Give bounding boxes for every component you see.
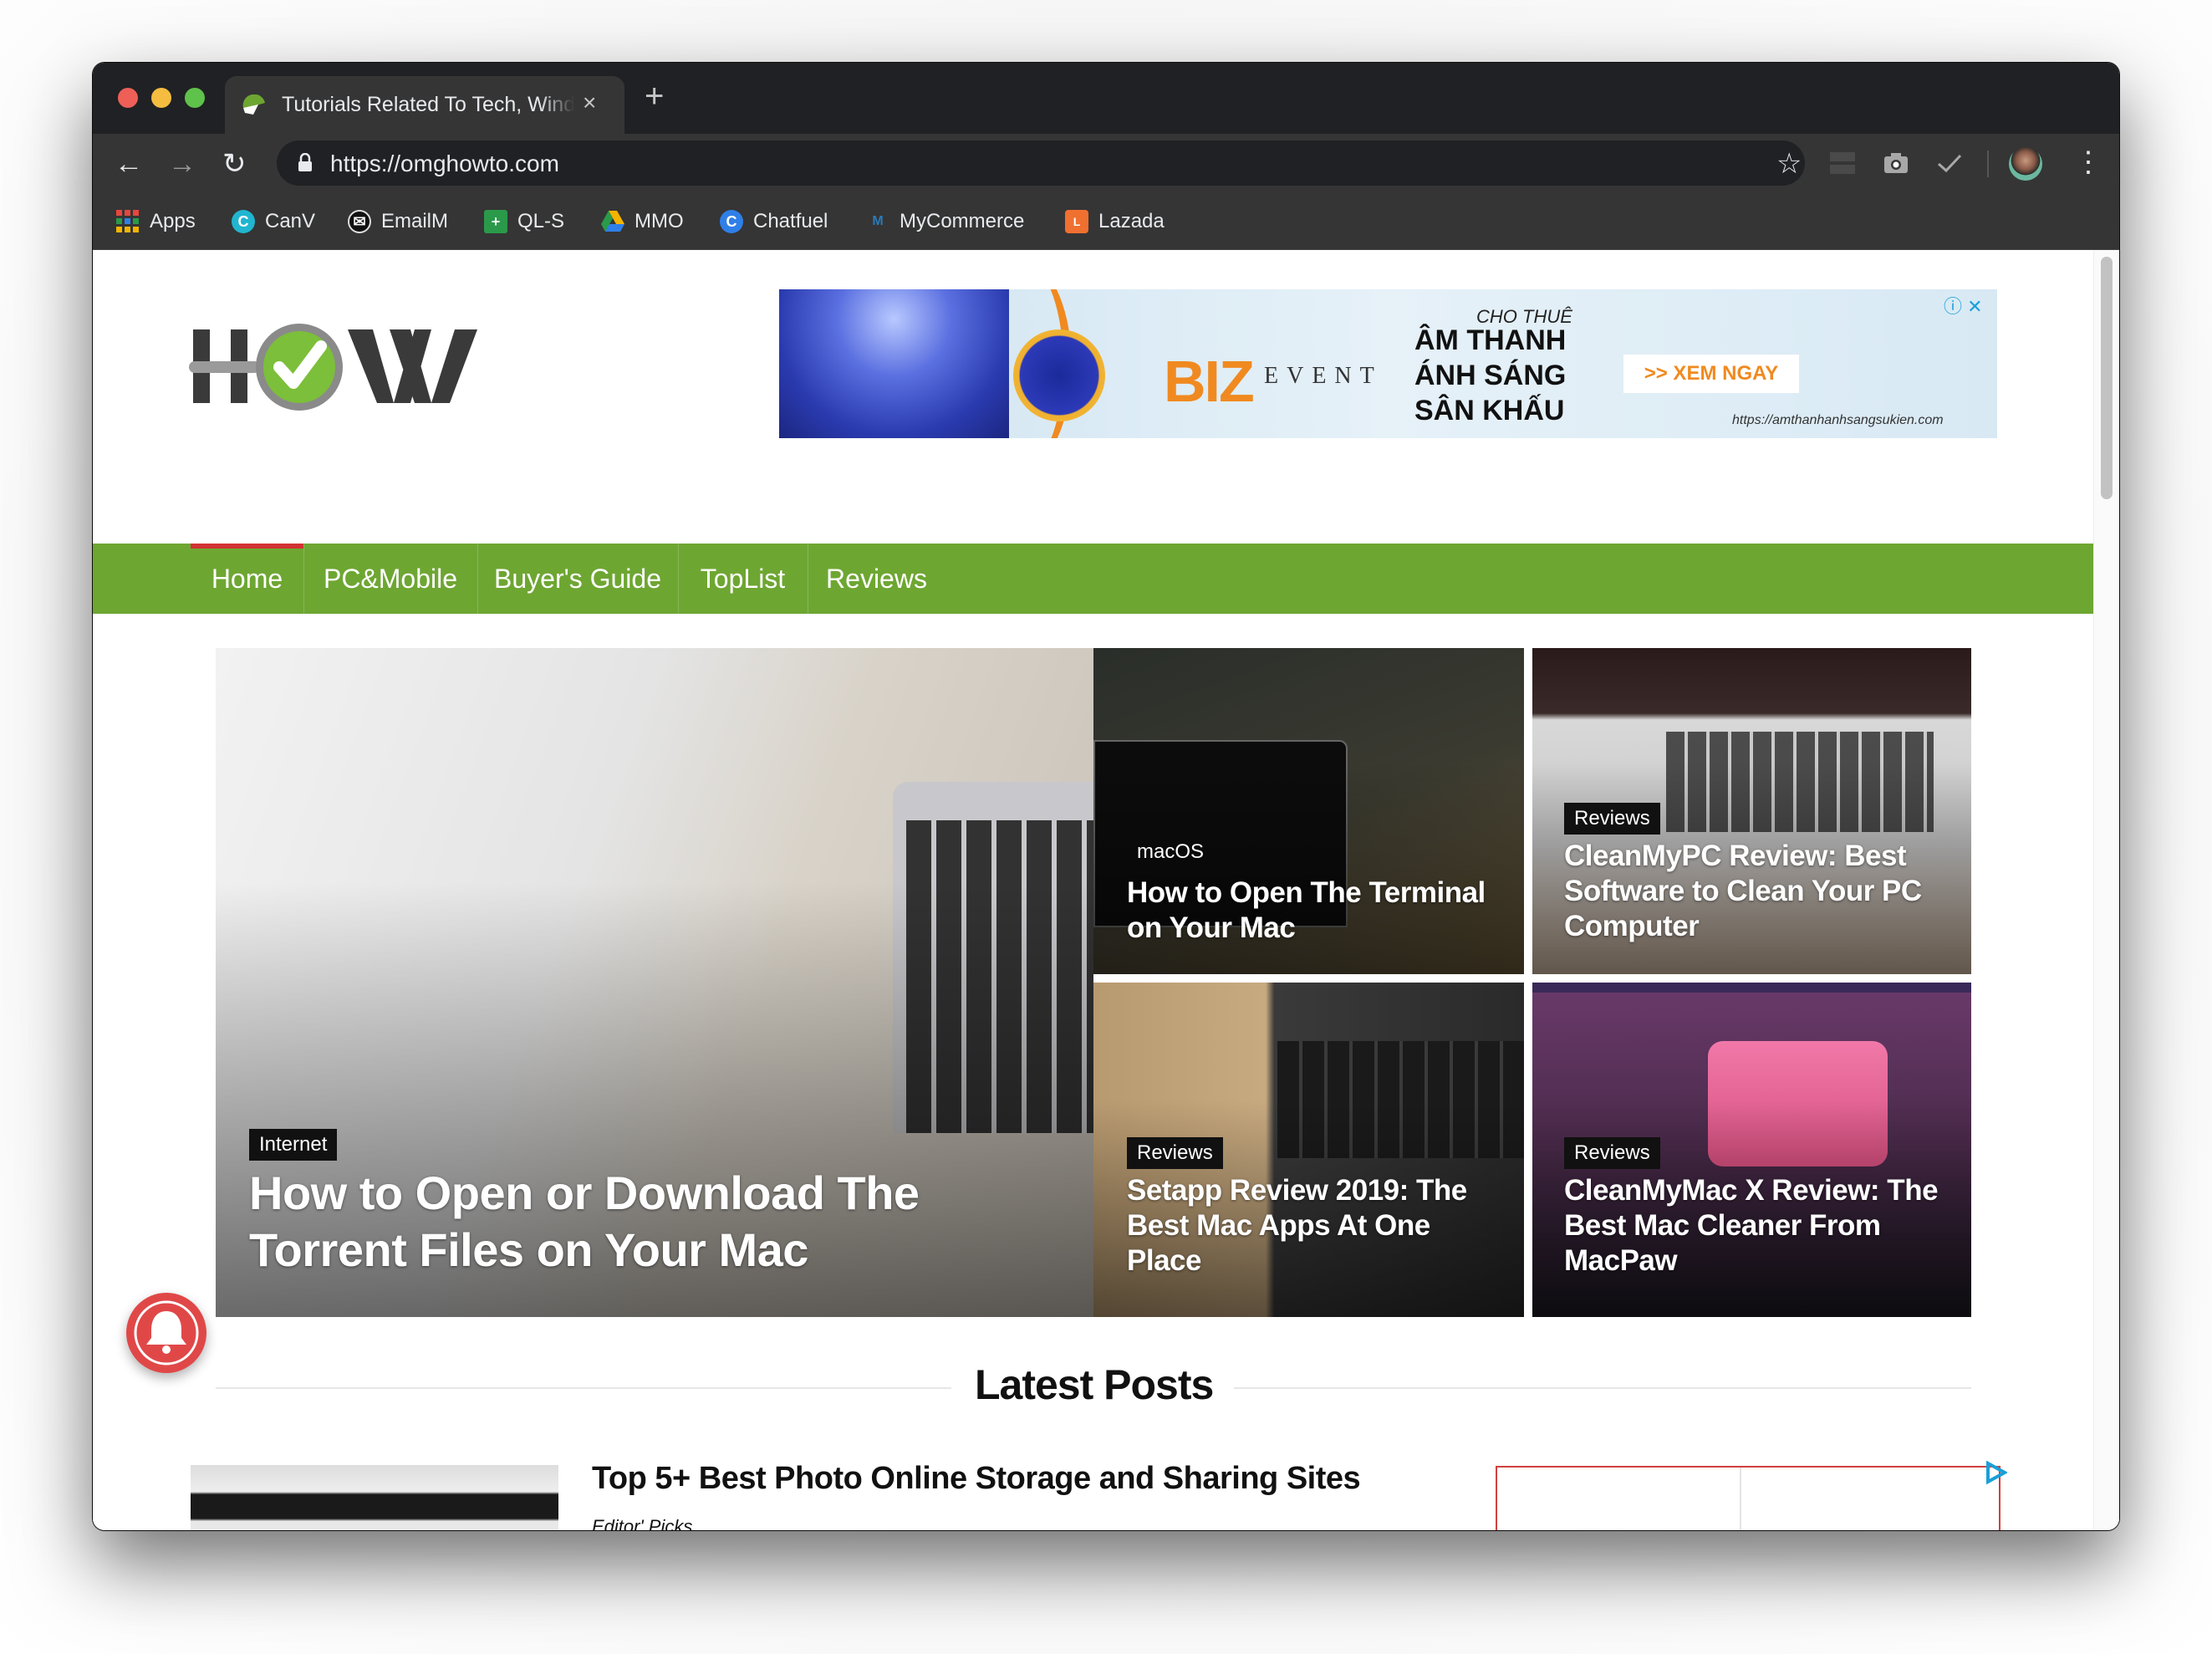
checkmark-icon[interactable] bbox=[1935, 149, 1964, 177]
browser-window: Tutorials Related To Tech, Windows, Mac … bbox=[93, 63, 2119, 1530]
ad-close-icon[interactable]: ✕ bbox=[1967, 296, 1982, 317]
bookmark-ql-s[interactable]: + QL-S bbox=[484, 207, 564, 236]
category-badge[interactable]: Reviews bbox=[1564, 803, 1660, 835]
camera-icon[interactable] bbox=[1882, 149, 1910, 177]
bookmark-canv[interactable]: C CanV bbox=[232, 207, 315, 236]
ad-headline: ÂM THANH bbox=[1414, 324, 1567, 356]
bell-icon bbox=[134, 1300, 199, 1366]
canva-icon: C bbox=[232, 210, 255, 233]
post-title[interactable]: Top 5+ Best Photo Online Storage and Sha… bbox=[592, 1461, 1361, 1497]
bookmark-emailm[interactable]: ✉ EmailM bbox=[348, 207, 448, 236]
address-bar[interactable]: https://omghowto.com ☆ bbox=[277, 140, 1805, 186]
sheets-icon: + bbox=[484, 210, 507, 233]
featured-post-main[interactable]: Internet How to Open or Download The Tor… bbox=[216, 648, 1093, 1317]
back-button[interactable]: ← bbox=[115, 147, 143, 181]
toolbar-divider bbox=[1987, 151, 1989, 177]
ad-headline: SÂN KHẤU bbox=[1414, 395, 1565, 426]
nav-home[interactable]: Home bbox=[191, 544, 304, 614]
divider bbox=[216, 1387, 951, 1389]
tab-bar: Tutorials Related To Tech, Windows, Mac … bbox=[93, 63, 2119, 135]
notification-bell-button[interactable] bbox=[126, 1293, 206, 1373]
email-icon: ✉ bbox=[348, 210, 371, 233]
bookmark-label: Chatfuel bbox=[753, 210, 828, 232]
bookmarks-bar: Apps C CanV ✉ EmailM + QL-S MMO C Chatfu… bbox=[93, 194, 2119, 250]
tab-active[interactable]: Tutorials Related To Tech, Windows, Mac … bbox=[225, 76, 624, 135]
ad-divider bbox=[1740, 1468, 1741, 1530]
bookmark-label: QL-S bbox=[517, 210, 565, 232]
profile-avatar[interactable] bbox=[2009, 147, 2042, 181]
ad-url: https://amthanhanhsangsukien.com bbox=[1732, 413, 1944, 427]
featured-title[interactable]: How to Open The Terminal on Your Mac bbox=[1127, 875, 1511, 946]
post-thumbnail[interactable] bbox=[191, 1465, 558, 1530]
nav-toplist[interactable]: TopList bbox=[678, 544, 808, 614]
ad-brand-sub: EVENT bbox=[1264, 363, 1383, 389]
drive-icon bbox=[601, 211, 624, 232]
apps-grid-icon bbox=[116, 210, 139, 232]
bookmark-label: MyCommerce bbox=[900, 210, 1025, 232]
page-viewport: BIZ EVENT CHO THUÊ ÂM THANH ÁNH SÁNG SÂN… bbox=[93, 250, 2119, 1530]
bookmark-star-icon[interactable]: ☆ bbox=[1776, 147, 1802, 181]
page-scrollbar[interactable] bbox=[2093, 250, 2119, 1530]
main-nav: Home PC&Mobile Buyer's Guide TopList Rev… bbox=[93, 544, 2094, 614]
bookmark-label: Lazada bbox=[1098, 210, 1165, 232]
forward-button[interactable]: → bbox=[168, 147, 196, 181]
tab-title: Tutorials Related To Tech, Windows, Mac bbox=[282, 93, 574, 116]
featured-title[interactable]: CleanMyPC Review: Best Software to Clean… bbox=[1564, 839, 1957, 944]
new-tab-button[interactable]: + bbox=[645, 79, 664, 113]
minimize-window-button[interactable] bbox=[151, 88, 171, 108]
bookmark-label: EmailM bbox=[381, 210, 449, 232]
ad-circle-image bbox=[1013, 329, 1105, 421]
chatfuel-icon: C bbox=[720, 210, 743, 233]
ad-banner[interactable]: BIZ EVENT CHO THUÊ ÂM THANH ÁNH SÁNG SÂN… bbox=[779, 289, 1997, 438]
mycommerce-icon: M bbox=[872, 214, 884, 228]
bookmark-apps[interactable]: Apps bbox=[116, 207, 196, 236]
category-badge[interactable]: Reviews bbox=[1564, 1137, 1660, 1169]
featured-title[interactable]: CleanMyMac X Review: The Best Mac Cleane… bbox=[1564, 1173, 1957, 1279]
featured-title[interactable]: How to Open or Download The Torrent File… bbox=[249, 1165, 1068, 1279]
site-logo[interactable] bbox=[189, 321, 482, 413]
bookmark-label: CanV bbox=[265, 210, 316, 232]
browser-toolbar: ← → ↻ https://omghowto.com ☆ ⋮ bbox=[93, 134, 2119, 194]
bookmark-label: MMO bbox=[635, 210, 684, 232]
bookmark-chatfuel[interactable]: C Chatfuel bbox=[720, 207, 828, 236]
bookmark-mmo[interactable]: MMO bbox=[601, 207, 684, 236]
ad-brand: BIZ bbox=[1164, 349, 1255, 414]
sidebar-ad[interactable]: Jabra bbox=[1496, 1466, 2000, 1530]
lazada-icon: L bbox=[1065, 210, 1088, 233]
maximize-window-button[interactable] bbox=[185, 88, 205, 108]
post-category[interactable]: Editor' Picks bbox=[592, 1516, 692, 1530]
category-badge[interactable]: Internet bbox=[249, 1129, 338, 1161]
close-tab-icon[interactable]: × bbox=[583, 89, 596, 116]
reload-button[interactable]: ↻ bbox=[222, 147, 247, 181]
featured-post[interactable]: Reviews CleanMyPC Review: Best Software … bbox=[1532, 648, 1971, 974]
bookmark-mycommerce[interactable]: M MyCommerce bbox=[866, 207, 1024, 236]
extension-grid-icon[interactable] bbox=[1828, 149, 1857, 177]
nav-pc-mobile[interactable]: PC&Mobile bbox=[303, 544, 478, 614]
browser-menu-icon[interactable]: ⋮ bbox=[2074, 145, 2102, 179]
featured-title[interactable]: Setapp Review 2019: The Best Mac Apps At… bbox=[1127, 1173, 1511, 1279]
ad-controls: ⓘ ✕ bbox=[1944, 292, 1983, 319]
divider bbox=[1234, 1387, 1971, 1389]
adchoices-icon[interactable] bbox=[1985, 1461, 2007, 1484]
nav-reviews[interactable]: Reviews bbox=[808, 544, 945, 614]
category-label[interactable]: macOS bbox=[1137, 840, 1204, 864]
featured-post[interactable]: Reviews Setapp Review 2019: The Best Mac… bbox=[1093, 983, 1524, 1317]
site-favicon-icon bbox=[242, 94, 265, 115]
ad-info-icon[interactable]: ⓘ bbox=[1944, 296, 1962, 317]
scrollbar-thumb[interactable] bbox=[2101, 257, 2113, 499]
close-window-button[interactable] bbox=[118, 88, 138, 108]
nav-buyers-guide[interactable]: Buyer's Guide bbox=[477, 544, 679, 614]
featured-post[interactable]: Reviews CleanMyMac X Review: The Best Ma… bbox=[1532, 983, 1971, 1317]
bookmark-lazada[interactable]: L Lazada bbox=[1065, 207, 1165, 236]
category-badge[interactable]: Reviews bbox=[1127, 1137, 1223, 1169]
ad-headline: ÁNH SÁNG bbox=[1414, 360, 1567, 391]
ad-cta-button[interactable]: >> XEM NGAY bbox=[1623, 355, 1799, 393]
bookmark-label: Apps bbox=[150, 210, 196, 232]
url-text[interactable]: https://omghowto.com bbox=[330, 151, 559, 177]
featured-post[interactable]: macOS How to Open The Terminal on Your M… bbox=[1093, 648, 1524, 974]
latest-posts-heading: Latest Posts bbox=[975, 1361, 1214, 1408]
lock-icon bbox=[298, 153, 312, 171]
